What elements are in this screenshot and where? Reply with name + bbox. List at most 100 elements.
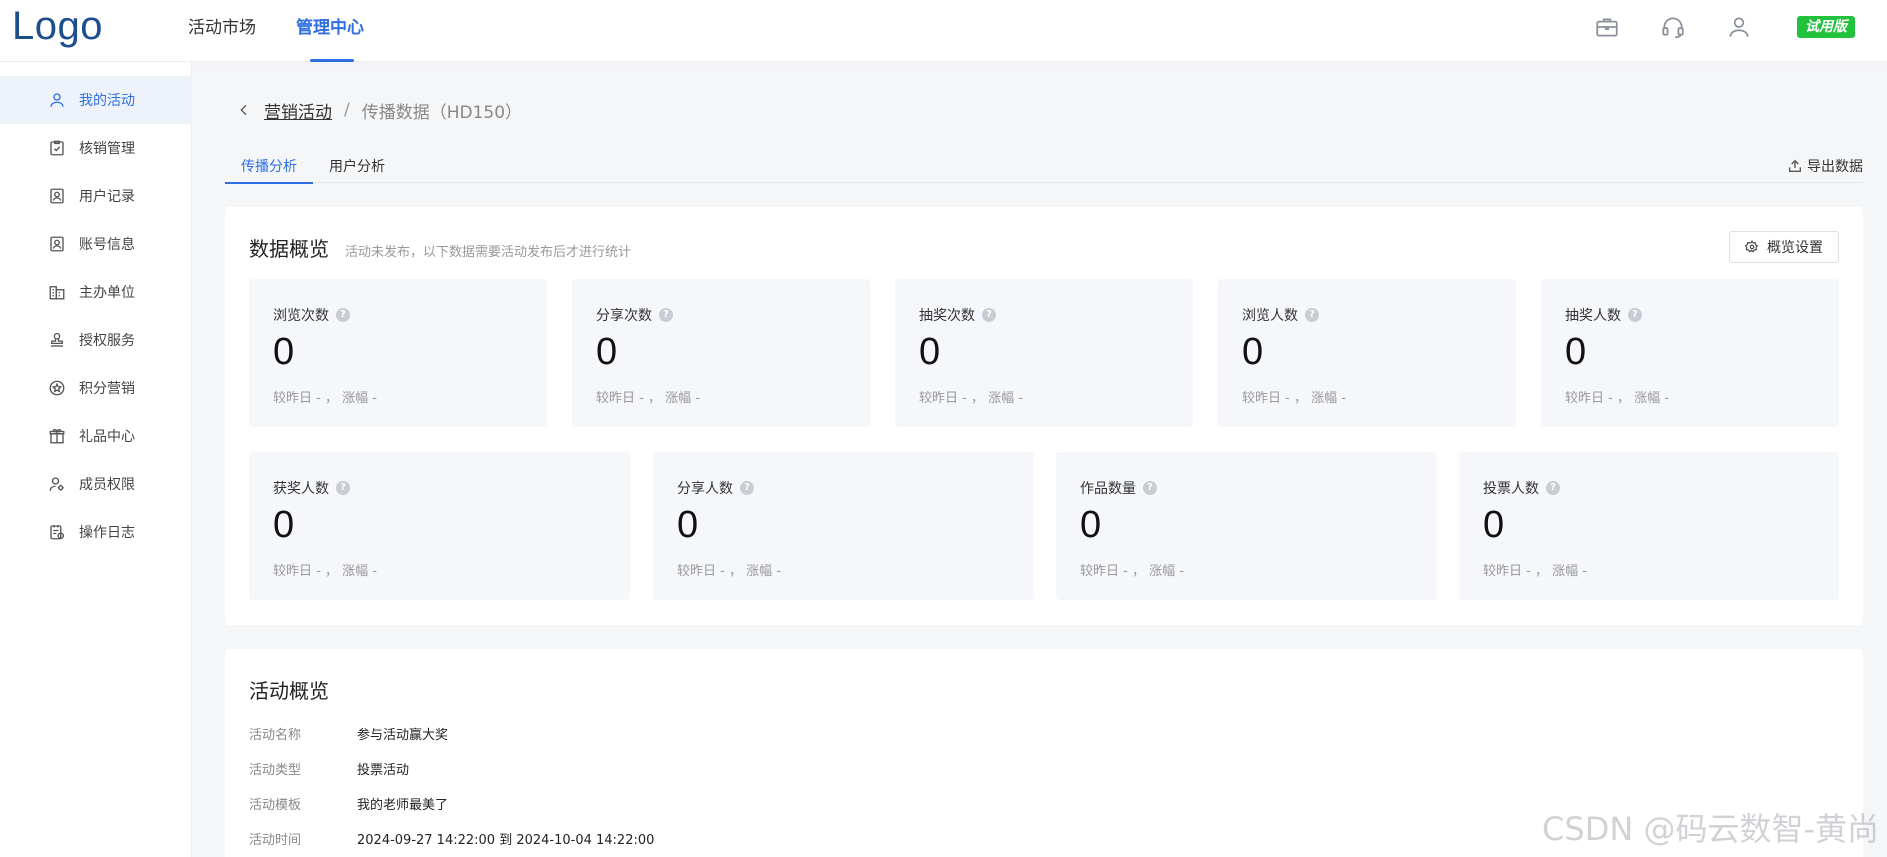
- headset-icon[interactable]: [1660, 14, 1686, 40]
- activity-info-key: 活动时间: [249, 833, 302, 848]
- stat-value: 0: [919, 331, 941, 373]
- logo[interactable]: Logo: [12, 4, 103, 49]
- help-icon[interactable]: ?: [336, 481, 350, 495]
- breadcrumb-separator: /: [344, 100, 350, 120]
- tab-bar: 传播分析 用户分析 导出数据: [225, 150, 1863, 184]
- overview-settings-label: 概览设置: [1767, 240, 1823, 256]
- stat-value: 0: [1242, 331, 1264, 373]
- export-icon: [1789, 159, 1801, 172]
- sidebar-item-member-permissions[interactable]: 成员权限: [0, 460, 192, 508]
- watermark: CSDN @码云数智-黄尚: [1542, 810, 1879, 848]
- help-icon[interactable]: ?: [1546, 481, 1560, 495]
- activity-info-value: 参与活动赢大奖: [357, 728, 449, 743]
- help-icon[interactable]: ?: [982, 308, 996, 322]
- sidebar-item-label: 核销管理: [79, 141, 135, 157]
- sidebar-item-label: 礼品中心: [79, 429, 135, 445]
- help-icon[interactable]: ?: [659, 308, 673, 322]
- tab-spread-analysis[interactable]: 传播分析: [225, 156, 313, 184]
- stat-value: 0: [1080, 504, 1102, 546]
- stat-value: 0: [1565, 331, 1587, 373]
- stat-label: 抽奖次数?: [919, 305, 996, 325]
- stat-label: 投票人数?: [1483, 478, 1560, 498]
- help-icon[interactable]: ?: [336, 308, 350, 322]
- export-data-label: 导出数据: [1807, 159, 1863, 175]
- data-overview-subtitle: 活动未发布，以下数据需要活动发布后才进行统计: [345, 245, 632, 260]
- stat-card: 分享人数? 0 较昨日 - ， 涨幅 -: [653, 452, 1034, 600]
- sidebar-item-account-info[interactable]: 账号信息: [0, 220, 192, 268]
- stat-card: 投票人数? 0 较昨日 - ， 涨幅 -: [1459, 452, 1839, 600]
- user-profile-icon[interactable]: [1726, 14, 1752, 40]
- stat-label: 浏览人数?: [1242, 305, 1319, 325]
- stat-card: 浏览人数? 0 较昨日 - ， 涨幅 -: [1218, 279, 1516, 427]
- stat-compare: 较昨日 - ， 涨幅 -: [1242, 391, 1346, 406]
- trial-badge[interactable]: 试用版: [1797, 16, 1855, 38]
- gift-icon: [49, 429, 65, 444]
- nav-management-center[interactable]: 管理中心: [296, 0, 364, 62]
- nav-activity-market[interactable]: 活动市场: [188, 0, 256, 62]
- stat-card: 获奖人数? 0 较昨日 - ， 涨幅 -: [249, 452, 630, 600]
- stat-label: 分享次数?: [596, 305, 673, 325]
- sidebar-item-label: 授权服务: [79, 333, 135, 349]
- sidebar-item-label: 成员权限: [79, 477, 135, 493]
- activity-info-row: 活动名称 参与活动赢大奖: [249, 724, 448, 744]
- stat-compare: 较昨日 - ， 涨幅 -: [1483, 564, 1587, 579]
- log-icon: [50, 525, 65, 540]
- help-icon[interactable]: ?: [740, 481, 754, 495]
- sidebar-item-label: 操作日志: [79, 525, 135, 541]
- stat-card: 抽奖人数? 0 较昨日 - ， 涨幅 -: [1541, 279, 1839, 427]
- stat-card: 作品数量? 0 较昨日 - ， 涨幅 -: [1056, 452, 1437, 600]
- sidebar-item-operation-log[interactable]: 操作日志: [0, 508, 192, 556]
- sidebar-item-gift-center[interactable]: 礼品中心: [0, 412, 192, 460]
- activity-info-key: 活动名称: [249, 728, 302, 743]
- help-icon[interactable]: ?: [1628, 308, 1642, 322]
- activity-info-key: 活动类型: [249, 763, 302, 778]
- briefcase-icon[interactable]: [1594, 14, 1620, 40]
- sidebar-item-user-records[interactable]: 用户记录: [0, 172, 192, 220]
- sidebar-item-label: 主办单位: [79, 285, 135, 301]
- activity-info-row: 活动类型 投票活动: [249, 759, 409, 779]
- activity-overview-title: 活动概览: [249, 679, 329, 703]
- help-icon[interactable]: ?: [1305, 308, 1319, 322]
- top-nav: 活动市场 管理中心: [188, 0, 404, 62]
- stat-compare: 较昨日 - ， 涨幅 -: [677, 564, 781, 579]
- stat-value: 0: [273, 504, 295, 546]
- stat-compare: 较昨日 - ， 涨幅 -: [919, 391, 1023, 406]
- stat-compare: 较昨日 - ， 涨幅 -: [1565, 391, 1669, 406]
- sidebar-item-label: 用户记录: [79, 189, 135, 205]
- tab-user-analysis[interactable]: 用户分析: [313, 156, 401, 183]
- activity-info-value: 投票活动: [357, 763, 410, 778]
- export-data-button[interactable]: 导出数据: [1787, 156, 1863, 176]
- stat-value: 0: [677, 504, 699, 546]
- activity-info-value: 2024-09-27 14:22:00 到 2024-10-04 14:22:0…: [357, 833, 655, 848]
- stat-label: 获奖人数?: [273, 478, 350, 498]
- stat-card: 分享次数? 0 较昨日 - ， 涨幅 -: [572, 279, 870, 427]
- help-icon[interactable]: ?: [1143, 481, 1157, 495]
- overview-settings-button[interactable]: 概览设置: [1729, 231, 1839, 263]
- stat-compare: 较昨日 - ， 涨幅 -: [596, 391, 700, 406]
- stat-compare: 较昨日 - ， 涨幅 -: [273, 564, 377, 579]
- stat-label: 作品数量?: [1080, 478, 1157, 498]
- breadcrumb-parent-link[interactable]: 营销活动: [264, 98, 332, 123]
- organizer-icon: [49, 286, 65, 300]
- verify-icon: [50, 140, 64, 156]
- sidebar-item-my-activities[interactable]: 我的活动: [0, 76, 192, 124]
- sidebar-item-organizer[interactable]: 主办单位: [0, 268, 192, 316]
- user-icon: [50, 93, 64, 107]
- sidebar-item-label: 我的活动: [79, 93, 135, 109]
- sidebar-item-verification[interactable]: 核销管理: [0, 124, 192, 172]
- points-icon: [49, 380, 65, 396]
- activity-info-key: 活动模板: [249, 798, 302, 813]
- stat-compare: 较昨日 - ， 涨幅 -: [1080, 564, 1184, 579]
- stat-value: 0: [1483, 504, 1505, 546]
- member-permission-icon: [49, 477, 64, 491]
- data-overview-card: 数据概览 活动未发布，以下数据需要活动发布后才进行统计 概览设置 浏览次数? 0…: [225, 207, 1863, 625]
- stat-card: 浏览次数? 0 较昨日 - ， 涨幅 -: [249, 279, 547, 427]
- stat-label: 抽奖人数?: [1565, 305, 1642, 325]
- stat-value: 0: [596, 331, 618, 373]
- top-header: Logo 活动市场 管理中心 试用版: [0, 0, 1887, 62]
- chevron-left-icon[interactable]: [236, 102, 252, 118]
- account-icon: [50, 236, 64, 252]
- sidebar-item-points-marketing[interactable]: 积分营销: [0, 364, 192, 412]
- sidebar-item-authorization[interactable]: 授权服务: [0, 316, 192, 364]
- activity-info-row: 活动时间 2024-09-27 14:22:00 到 2024-10-04 14…: [249, 829, 654, 849]
